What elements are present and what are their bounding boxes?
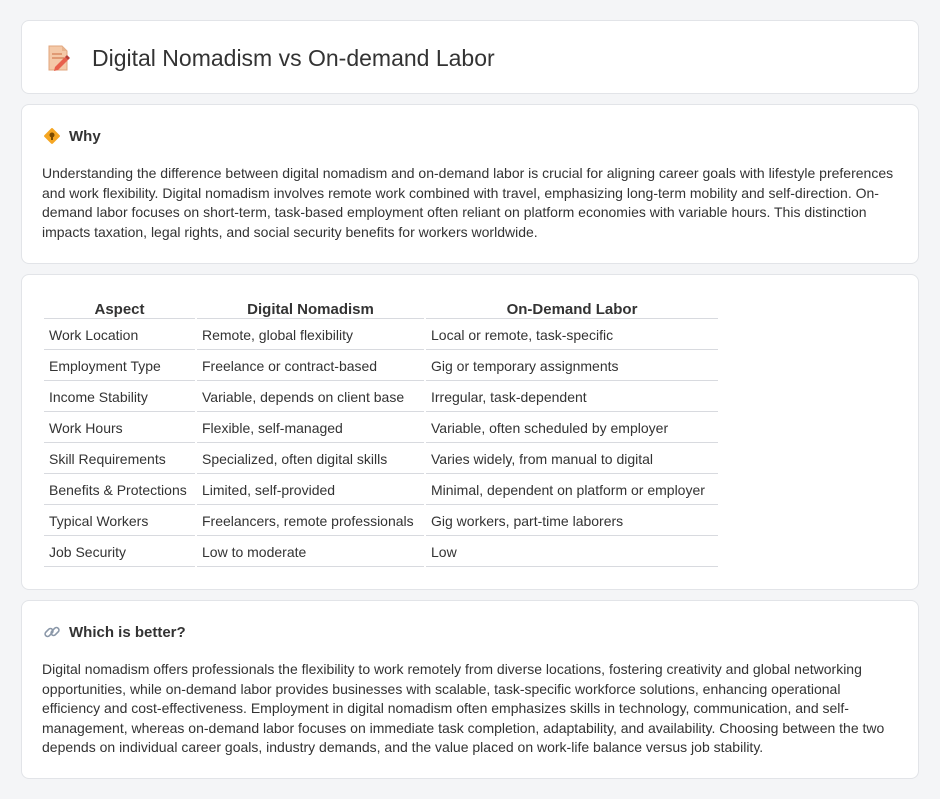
why-heading: Why: [69, 127, 101, 145]
table-cell: Varies widely, from manual to digital: [426, 445, 718, 474]
header-digital-nomadism: Digital Nomadism: [197, 298, 424, 319]
header-aspect: Aspect: [44, 298, 195, 319]
table-cell: Local or remote, task-specific: [426, 321, 718, 350]
table-row: Typical Workers Freelancers, remote prof…: [44, 507, 718, 536]
table-cell: Freelance or contract-based: [197, 352, 424, 381]
table-cell: Variable, often scheduled by employer: [426, 414, 718, 443]
better-heading-row: Which is better?: [43, 623, 186, 641]
document-pencil-icon: [48, 45, 70, 71]
table-row: Skill Requirements Specialized, often di…: [44, 445, 718, 474]
table-cell: Limited, self-provided: [197, 476, 424, 505]
table-cell: Flexible, self-managed: [197, 414, 424, 443]
why-card: Why Understanding the difference between…: [21, 104, 919, 264]
table-cell: Benefits & Protections: [44, 476, 195, 505]
which-better-card: Which is better? Digital nomadism offers…: [21, 600, 919, 779]
table-cell: Typical Workers: [44, 507, 195, 536]
table-row: Work Hours Flexible, self-managed Variab…: [44, 414, 718, 443]
table-cell: Gig workers, part-time laborers: [426, 507, 718, 536]
better-paragraph: Digital nomadism offers professionals th…: [42, 661, 885, 755]
comparison-table: Aspect Digital Nomadism On-Demand Labor …: [42, 296, 720, 569]
table-header-row: Aspect Digital Nomadism On-Demand Labor: [44, 298, 718, 319]
table-cell: Low: [426, 538, 718, 567]
title-row: Digital Nomadism vs On-demand Labor: [46, 43, 495, 73]
table-cell: Remote, global flexibility: [197, 321, 424, 350]
link-icon: [44, 626, 60, 638]
table-cell: Variable, depends on client base: [197, 383, 424, 412]
table-row: Job Security Low to moderate Low: [44, 538, 718, 567]
table-cell: Work Location: [44, 321, 195, 350]
table-cell: Specialized, often digital skills: [197, 445, 424, 474]
better-heading: Which is better?: [69, 623, 186, 641]
table-cell: Income Stability: [44, 383, 195, 412]
page-title: Digital Nomadism vs On-demand Labor: [92, 44, 495, 71]
table-cell: Freelancers, remote professionals: [197, 507, 424, 536]
table-row: Benefits & Protections Limited, self-pro…: [44, 476, 718, 505]
comparison-card: Aspect Digital Nomadism On-Demand Labor …: [21, 274, 919, 590]
title-card: Digital Nomadism vs On-demand Labor: [21, 20, 919, 94]
why-paragraph: Understanding the difference between dig…: [42, 165, 894, 240]
table-cell: Skill Requirements: [44, 445, 195, 474]
table-row: Work Location Remote, global flexibility…: [44, 321, 718, 350]
lightbulb-diamond-icon: [44, 128, 60, 144]
table-cell: Irregular, task-dependent: [426, 383, 718, 412]
table-cell: Gig or temporary assignments: [426, 352, 718, 381]
table-cell: Job Security: [44, 538, 195, 567]
why-heading-row: Why: [43, 127, 101, 145]
header-on-demand-labor: On-Demand Labor: [426, 298, 718, 319]
table-cell: Low to moderate: [197, 538, 424, 567]
table-row: Employment Type Freelance or contract-ba…: [44, 352, 718, 381]
table-cell: Work Hours: [44, 414, 195, 443]
table-cell: Employment Type: [44, 352, 195, 381]
table-cell: Minimal, dependent on platform or employ…: [426, 476, 718, 505]
table-row: Income Stability Variable, depends on cl…: [44, 383, 718, 412]
